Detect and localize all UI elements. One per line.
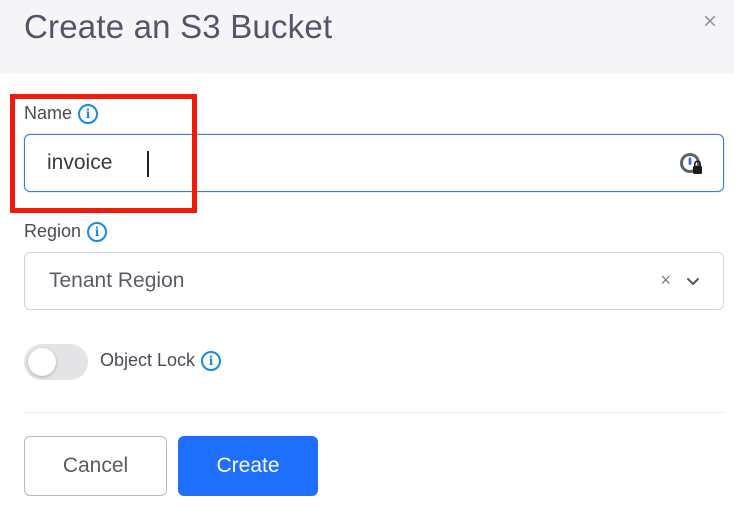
toggle-knob [28,348,56,376]
region-label: Region [24,221,82,241]
clear-icon[interactable]: × [660,270,671,291]
cancel-button[interactable]: Cancel [24,436,167,496]
object-lock-label: Object Lock [100,350,196,370]
create-button[interactable]: Create [178,436,318,496]
password-manager-icon[interactable] [679,152,703,176]
chevron-down-icon[interactable] [685,273,701,289]
region-select[interactable]: Tenant Region × [24,252,724,310]
footer-divider [24,412,724,413]
dialog-title: Create an S3 Bucket [24,8,333,45]
object-lock-info-icon[interactable]: i [201,350,222,371]
object-lock-label-row: Object Lock i [100,350,222,371]
highlight-box [10,94,197,213]
region-info-icon[interactable]: i [87,221,108,242]
region-field-label-row: Region i [24,221,108,242]
create-bucket-dialog: Create an S3 Bucket × Name i Region i Te… [0,0,734,524]
close-icon[interactable]: × [698,8,722,35]
object-lock-toggle[interactable] [24,344,88,380]
dialog-header: Create an S3 Bucket × [0,0,734,74]
region-selected-value: Tenant Region [49,269,185,292]
